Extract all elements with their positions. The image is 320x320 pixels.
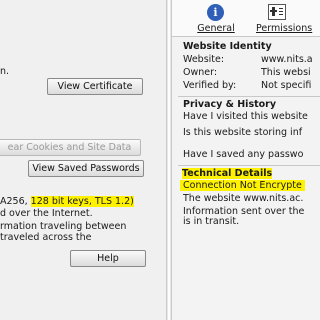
page-info-panel: i General Permissions Website Identity W… [172,0,320,320]
website-value: www.nits.a [261,54,313,65]
view-certificate-button[interactable]: View Certificate [47,78,143,95]
verified-by-label: Verified by: [183,80,237,91]
tab-permissions[interactable]: Permissions [256,2,320,34]
cipher-highlight: 128 bit keys, TLS 1.2) [30,196,134,207]
owner-value: This websi [261,67,311,78]
info-line-2: traveled across the [0,232,92,243]
permissions-icon [268,4,286,20]
tab-general[interactable]: i General [196,2,236,34]
privacy-question-visited: Have I visited this website [183,111,308,122]
clear-cookies-button[interactable]: ear Cookies and Site Data [0,139,141,156]
section-divider [178,165,320,166]
verified-by-value: Not specifi [261,80,312,91]
privacy-question-storing: Is this website storing inf [183,127,303,138]
website-label: Website: [183,54,225,65]
encrypted-line: d over the Internet. [0,208,93,219]
view-saved-passwords-button[interactable]: View Saved Passwords [28,160,144,177]
technical-line-1: The website www.nits.ac. [183,193,304,204]
technical-details-heading: Technical Details [182,168,273,179]
owner-label: Owner: [183,67,218,78]
cipher-details: A256, 128 bit keys, TLS 1.2) [0,196,134,207]
website-identity-heading: Website Identity [183,41,272,52]
tab-general-label: General [197,23,235,34]
info-icon: i [207,4,224,21]
privacy-history-heading: Privacy & History [183,99,277,110]
section-divider [178,96,320,97]
connection-status: Connection Not Encrypte [180,180,305,191]
help-button[interactable]: Help [70,250,146,267]
privacy-question-passwords: Have I saved any passwo [183,149,304,160]
info-line-1: rmation traveling between [0,221,127,232]
technical-line-3: is in transit. [183,216,240,227]
identity-text-partial: n. [0,66,10,77]
tab-permissions-label: Permissions [256,23,313,34]
